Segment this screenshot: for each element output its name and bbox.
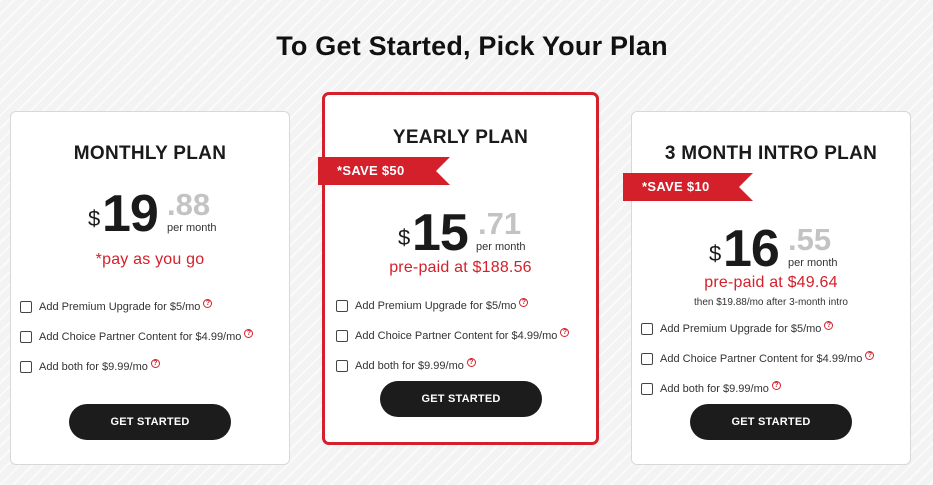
plan-title: 3 MONTH INTRO PLAN — [664, 143, 878, 164]
save-badge-text: *SAVE $50 — [337, 163, 405, 178]
addon-checkbox[interactable] — [641, 353, 653, 365]
price-cents: .55 — [788, 222, 832, 257]
question-circle-icon[interactable]: ? — [466, 357, 476, 367]
addon-label: Add Premium Upgrade for $5/mo — [660, 323, 822, 335]
get-started-button[interactable]: GET STARTED — [380, 381, 542, 417]
currency-symbol: $ — [709, 241, 722, 266]
addon-checkbox[interactable] — [336, 360, 348, 372]
get-started-button[interactable]: GET STARTED — [69, 404, 231, 440]
addon-label: Add Choice Partner Content for $4.99/mo — [39, 331, 242, 343]
currency-symbol: $ — [398, 225, 411, 250]
save-ribbon: *SAVE $10 — [623, 173, 753, 201]
question-circle-icon[interactable]: ? — [519, 297, 529, 307]
addon-premium[interactable]: Add Premium Upgrade for $5/mo ? — [20, 298, 213, 313]
question-circle-icon[interactable]: ? — [244, 328, 254, 338]
price-display: $ 15 .71 per month — [398, 201, 568, 261]
question-circle-icon[interactable]: ? — [771, 380, 781, 390]
addon-label: Add Premium Upgrade for $5/mo — [355, 300, 517, 312]
plan-subtitle: pre-paid at $188.56 — [389, 259, 532, 276]
addon-checkbox[interactable] — [641, 383, 653, 395]
addon-label: Add both for $9.99/mo — [355, 360, 464, 372]
addon-both[interactable]: Add both for $9.99/mo ? — [641, 380, 781, 395]
save-ribbon: *SAVE $50 — [318, 157, 450, 185]
price-dollars: 15 — [412, 204, 469, 262]
addon-label: Add Choice Partner Content for $4.99/mo — [355, 330, 558, 342]
plan-note: then $19.88/mo after 3-month intro — [694, 297, 848, 308]
addon-premium[interactable]: Add Premium Upgrade for $5/mo ? — [336, 297, 529, 312]
question-circle-icon[interactable]: ? — [150, 358, 160, 368]
save-badge-text: *SAVE $10 — [642, 179, 710, 194]
addon-checkbox[interactable] — [641, 323, 653, 335]
addon-label: Add both for $9.99/mo — [660, 383, 769, 395]
get-started-button[interactable]: GET STARTED — [690, 404, 852, 440]
plan-title: YEARLY PLAN — [392, 127, 529, 148]
price-display: $ 19 .88 per month — [88, 182, 248, 242]
price-display: $ 16 .55 per month — [709, 217, 879, 277]
question-circle-icon[interactable]: ? — [203, 298, 213, 308]
price-cents: .88 — [167, 187, 211, 222]
plan-title: MONTHLY PLAN — [73, 143, 227, 164]
addon-partner-content[interactable]: Add Choice Partner Content for $4.99/mo … — [20, 328, 254, 343]
price-dollars: 16 — [723, 220, 780, 278]
question-circle-icon[interactable]: ? — [865, 350, 875, 360]
addon-label: Add both for $9.99/mo — [39, 361, 148, 373]
page-title: To Get Started, Pick Your Plan — [276, 31, 668, 61]
addon-label: Add Choice Partner Content for $4.99/mo — [660, 353, 863, 365]
addon-checkbox[interactable] — [336, 330, 348, 342]
question-circle-icon[interactable]: ? — [824, 320, 834, 330]
price-period: per month — [167, 222, 217, 234]
currency-symbol: $ — [88, 206, 101, 231]
addon-partner-content[interactable]: Add Choice Partner Content for $4.99/mo … — [336, 327, 570, 342]
addon-checkbox[interactable] — [20, 331, 32, 343]
plan-card-intro: 3 MONTH INTRO PLAN $ 16 .55 per month pr… — [631, 111, 911, 465]
price-dollars: 19 — [102, 185, 159, 243]
plan-card-monthly: MONTHLY PLAN $ 19 .88 per month *pay as … — [10, 111, 290, 465]
addon-partner-content[interactable]: Add Choice Partner Content for $4.99/mo … — [641, 350, 875, 365]
addon-both[interactable]: Add both for $9.99/mo ? — [20, 358, 160, 373]
price-period: per month — [788, 257, 838, 269]
addon-premium[interactable]: Add Premium Upgrade for $5/mo ? — [641, 320, 834, 335]
addon-checkbox[interactable] — [20, 361, 32, 373]
plan-subtitle: pre-paid at $49.64 — [704, 274, 838, 291]
price-period: per month — [476, 241, 526, 253]
question-circle-icon[interactable]: ? — [560, 327, 570, 337]
plan-card-yearly: YEARLY PLAN $ 15 .71 per month pre-paid … — [322, 92, 599, 445]
addon-both[interactable]: Add both for $9.99/mo ? — [336, 357, 476, 372]
addon-checkbox[interactable] — [336, 300, 348, 312]
addon-label: Add Premium Upgrade for $5/mo — [39, 301, 201, 313]
addon-checkbox[interactable] — [20, 301, 32, 313]
price-cents: .71 — [478, 206, 522, 241]
plan-subtitle: *pay as you go — [95, 251, 205, 268]
